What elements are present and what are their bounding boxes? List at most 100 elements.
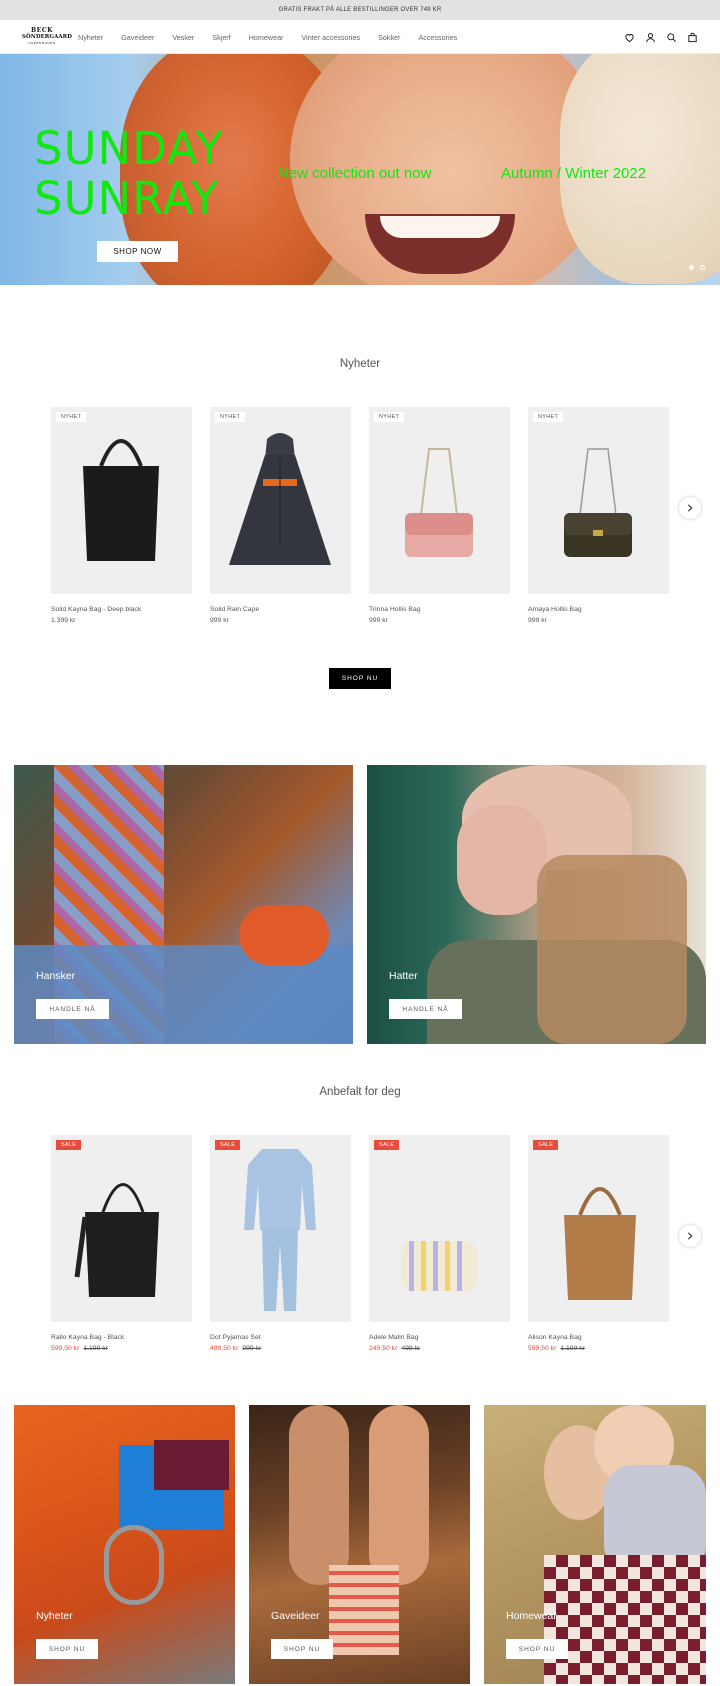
burgundy-flap	[154, 1440, 229, 1490]
product-card[interactable]: NYHET Solid Rain Cape 999 kr	[210, 407, 351, 624]
category-tile-hatter[interactable]: Hatter HANDLE NÅ	[367, 765, 706, 1044]
announcement-text: GRATIS FRAKT PÅ ALLE BESTILLINGER OVER 7…	[278, 7, 442, 13]
hair	[537, 855, 687, 1044]
product-badge: NYHET	[374, 412, 405, 422]
product-price: 999 kr	[369, 617, 388, 624]
slide-dot-2[interactable]	[700, 265, 705, 270]
black-woven-bag-image	[74, 1183, 159, 1297]
product-price: 999 kr	[528, 617, 547, 624]
product-card[interactable]: SALE Adele Malin Bag 249,50 kr 499 kr	[369, 1135, 510, 1352]
gold-woven-bag-image	[564, 448, 632, 557]
checkered-pyjama	[544, 1555, 706, 1684]
sale-price: 599,50 kr	[528, 1345, 557, 1352]
bottom-tile-label: Gaveideer	[271, 1610, 320, 1622]
category-tile-button[interactable]: HANDLE NÅ	[389, 999, 462, 1019]
leg-left	[289, 1405, 349, 1585]
brand-logo[interactable]: BECK SÖNDERGAARD COPENHAGEN	[22, 28, 73, 48]
hero-title-line-1: SUNDAY	[34, 122, 224, 175]
product-name[interactable]: Rallo Kayna Bag - Black	[51, 1334, 192, 1341]
nav-item-sokker[interactable]: Sokker	[378, 33, 400, 42]
recommended-section-title: Anbefalt for deg	[319, 1086, 401, 1098]
product-image[interactable]: NYHET	[369, 407, 510, 594]
logo-line-2: SÖNDERGAARD	[22, 34, 73, 40]
product-name[interactable]: Solid Kayna Bag - Deep black	[51, 606, 192, 613]
product-name[interactable]: Alison Kayna Bag	[528, 1334, 669, 1341]
logo-line-3: COPENHAGEN	[28, 41, 56, 45]
tan-croc-bag-image	[564, 1187, 636, 1300]
product-image[interactable]: SALE	[210, 1135, 351, 1322]
nav-item-skjerf[interactable]: Skjerf	[212, 33, 230, 42]
rain-cape-image	[229, 433, 331, 565]
product-price: 999 kr	[210, 617, 229, 624]
product-name[interactable]: Trinna Hollis Bag	[369, 606, 510, 613]
category-tile-button[interactable]: HANDLE NÅ	[36, 999, 109, 1019]
product-card[interactable]: NYHET Solid Kayna Bag - Deep black 1.399…	[51, 407, 192, 624]
product-name[interactable]: Adele Malin Bag	[369, 1334, 510, 1341]
nav-item-homewear[interactable]: Homewear	[249, 33, 284, 42]
search-icon[interactable]	[666, 32, 677, 43]
bag-icon[interactable]	[687, 32, 698, 43]
product-image[interactable]: SALE	[528, 1135, 669, 1322]
product-price: 599,50 kr 1.199 kr	[528, 1345, 669, 1352]
original-price: 1.199 kr	[83, 1345, 108, 1352]
user-icon[interactable]	[645, 32, 656, 43]
blue-pyjamas-image	[244, 1149, 316, 1311]
announcement-bar: GRATIS FRAKT PÅ ALLE BESTILLINGER OVER 7…	[0, 0, 720, 20]
site-header: BECK SÖNDERGAARD COPENHAGEN Nyheter Gave…	[0, 20, 720, 54]
original-price: 1.199 kr	[560, 1345, 585, 1352]
hero-tagline-2: Autumn / Winter 2022	[501, 165, 647, 182]
product-card[interactable]: SALE Dot Pyjamas Set 499,50 kr 999 kr	[210, 1135, 351, 1352]
hero-shop-now-button[interactable]: SHOP NOW	[97, 241, 178, 262]
original-price: 499 kr	[401, 1345, 421, 1352]
new-section-shop-button[interactable]: SHOP NU	[329, 668, 391, 689]
product-name[interactable]: Amaya Hollis Bag	[528, 606, 669, 613]
product-image[interactable]: SALE	[51, 1135, 192, 1322]
sale-badge: SALE	[56, 1140, 82, 1150]
sale-price: 249,50 kr	[369, 1345, 398, 1352]
chevron-right-icon	[687, 1232, 693, 1240]
product-card[interactable]: NYHET Amaya Hollis Bag 999 kr	[528, 407, 669, 624]
heart-icon[interactable]	[624, 32, 635, 43]
striped-pouch-image	[401, 1241, 477, 1291]
original-price: 999 kr	[242, 1345, 262, 1352]
product-name[interactable]: Dot Pyjamas Set	[210, 1334, 351, 1341]
header-icons	[624, 20, 698, 54]
pink-mitten	[457, 805, 547, 915]
carousel-next-button[interactable]	[679, 497, 701, 519]
category-tile-label: Hatter	[389, 970, 418, 982]
nav-item-gaveideer[interactable]: Gaveideer	[121, 33, 154, 42]
slide-dot-1[interactable]	[689, 265, 694, 270]
new-section-title: Nyheter	[339, 358, 381, 370]
patterned-socks	[329, 1565, 399, 1655]
bottom-tile-button[interactable]: SHOP NU	[271, 1639, 333, 1659]
bottom-tile-gaveideer[interactable]: Gaveideer SHOP NU	[249, 1405, 470, 1684]
carousel-next-button[interactable]	[679, 1225, 701, 1247]
main-nav: Nyheter Gaveideer Vesker Skjerf Homewear…	[78, 20, 475, 54]
product-image[interactable]: NYHET	[51, 407, 192, 594]
nav-item-accessories[interactable]: Accessories	[418, 33, 457, 42]
pink-tweed-bag-image	[405, 448, 473, 557]
hero-tagline-1: New collection out now	[278, 165, 432, 182]
bottom-tile-button[interactable]: SHOP NU	[506, 1639, 568, 1659]
product-card[interactable]: SALE Rallo Kayna Bag - Black 599,50 kr 1.…	[51, 1135, 192, 1352]
nav-item-vesker[interactable]: Vesker	[172, 33, 194, 42]
nav-item-nyheter[interactable]: Nyheter	[78, 33, 103, 42]
product-price: 1.399 kr	[51, 617, 76, 624]
orange-glove	[239, 905, 329, 965]
sale-badge: SALE	[215, 1140, 241, 1150]
product-card[interactable]: SALE Alison Kayna Bag 599,50 kr 1.199 kr	[528, 1135, 669, 1352]
bottom-tile-button[interactable]: SHOP NU	[36, 1639, 98, 1659]
product-image[interactable]: NYHET	[528, 407, 669, 594]
sale-badge: SALE	[374, 1140, 400, 1150]
category-tile-label: Hansker	[36, 970, 76, 982]
product-image[interactable]: SALE	[369, 1135, 510, 1322]
product-image[interactable]: NYHET	[210, 407, 351, 594]
category-tile-hansker[interactable]: Hansker HANDLE NÅ	[14, 765, 353, 1044]
nav-item-vinter-accessories[interactable]: Vinter accessories	[301, 33, 360, 42]
product-name[interactable]: Solid Rain Cape	[210, 606, 351, 613]
bottom-tile-nyheter[interactable]: Nyheter SHOP NU	[14, 1405, 235, 1684]
bottom-tile-homewear[interactable]: Homewear SHOP NU	[484, 1405, 706, 1684]
product-price: 249,50 kr 499 kr	[369, 1345, 510, 1352]
product-card[interactable]: NYHET Trinna Hollis Bag 999 kr	[369, 407, 510, 624]
hero-title: SUNDAY SUNRAY	[34, 124, 224, 224]
